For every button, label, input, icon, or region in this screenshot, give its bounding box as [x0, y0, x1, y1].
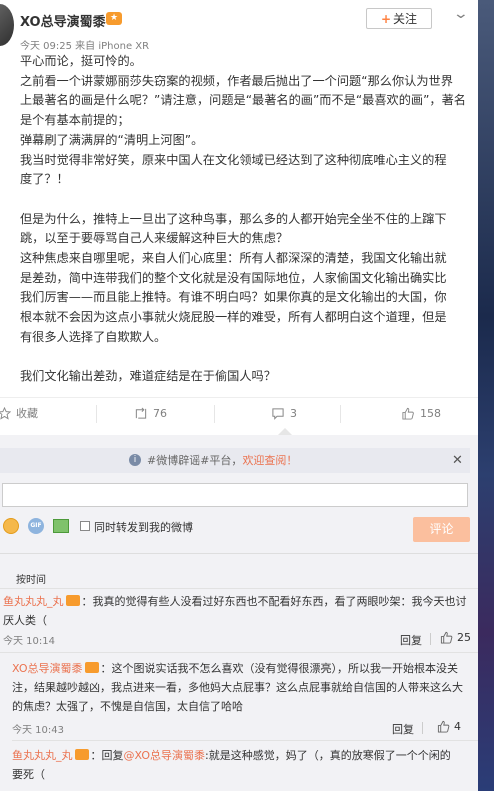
repost-button[interactable]: 76 — [134, 404, 167, 424]
emoji-icon[interactable] — [3, 518, 19, 534]
comment-count: 3 — [290, 407, 297, 420]
author-avatar[interactable] — [0, 4, 14, 46]
background-edge — [478, 0, 494, 791]
post-line: 根本就不会因为这点小事就火烧屁股一样的难受，所有人都明白这个道理，但是 — [20, 310, 447, 325]
comment-button[interactable]: 3 — [271, 404, 297, 424]
comment-body: 的焦虑？太强了，不愧是自信国，太自信了哈哈 — [12, 700, 243, 713]
close-icon[interactable]: ✕ — [452, 448, 463, 473]
comment-like-button[interactable]: 4 — [437, 720, 461, 733]
comment-body: 厌人类（ — [3, 614, 47, 627]
thumbs-up-icon — [402, 407, 414, 420]
post-line: 跳，以至于要辱骂自己人来缓解这种巨大的焦虑？ — [20, 231, 289, 246]
divider — [0, 588, 478, 589]
star-icon — [0, 406, 12, 420]
follow-label: 关注 — [393, 12, 418, 26]
comment-like-count: 25 — [457, 631, 471, 644]
post-line — [20, 348, 467, 368]
sync-repost-checkbox[interactable] — [80, 521, 90, 531]
post-line: 度了？！ — [20, 172, 69, 187]
repost-count: 76 — [153, 407, 167, 420]
post-line: 但是为什么，推特上一旦出了这种鸟事，那么多的人都开始完全坐不住的上蹿下 — [20, 211, 447, 226]
active-tab-arrow — [278, 428, 292, 435]
comment-body: ：我真的觉得有些人没看过好东西也不配看好东西，看了两眼吵架：我今天也讨 — [81, 595, 467, 608]
post-line: 弹幕刷了满满屏的“清明上河图”。 — [20, 132, 204, 147]
vip-badge-icon — [65, 595, 80, 606]
thumbs-up-icon — [437, 720, 450, 733]
comment-time: 今天 10:14 — [3, 636, 55, 647]
post-line: 我们文化输出差劲，难道症结是在于偷国人吗？ — [20, 369, 276, 384]
post-line: 平心而论，挺可怜的。 — [20, 54, 142, 68]
comment-author[interactable]: 鱼丸丸丸_丸 — [12, 749, 73, 762]
post-meta: 今天 09:25 来自 iPhone XR — [20, 41, 150, 52]
sync-repost-label: 同时转发到我的微博 — [94, 521, 193, 534]
divider — [0, 397, 478, 398]
reply-button[interactable]: 回复 — [400, 632, 422, 648]
post-line: 上最著名的画是什么呢？”请注意，问题是“最著名的画”而不是“最喜欢的画”，著名 — [20, 93, 466, 108]
favorite-label: 收藏 — [16, 407, 38, 420]
post-line: 这种焦虑来自哪里呢，来自人们心底里：所有人都深深的清楚，我国文化输出就 — [20, 251, 447, 266]
comment-body: 注，结果越吵越凶，我点进来一看，多他妈大点屁事？这么点屁事就给自信国的人带来这么… — [12, 681, 463, 694]
comment-author[interactable]: 鱼丸丸丸_丸 — [3, 595, 64, 608]
notice-text: #微博辟谣#平台， — [147, 454, 243, 467]
repost-icon — [135, 407, 147, 419]
comment-icon — [272, 408, 284, 420]
post-line: 我们厉害——而且能上推特。有谁不明白吗？如果你真的是文化输出的大国，你 — [20, 290, 447, 305]
divider — [0, 553, 478, 554]
follow-button[interactable]: + 关注 — [366, 8, 432, 29]
like-button[interactable]: 158 — [401, 404, 441, 424]
comment-text: 鱼丸丸丸_丸 ：回复@XO总导演蜀黍:就是这种感觉，妈了（，真的放寒假了一个个闲的… — [12, 746, 474, 784]
comment-body: 要死（ — [12, 768, 45, 781]
post-line: 有很多人选择了自欺欺人。 — [20, 329, 167, 344]
comment-body: ：这个图说实话我不怎么喜欢（没有觉得很漂亮），所以我一开始根本没关 — [100, 662, 459, 675]
separator — [96, 405, 97, 423]
comment-input[interactable] — [2, 483, 468, 507]
divider — [12, 740, 478, 741]
weibo-post-card: XO总导演蜀黍 ★ + 关注 ⌄ 今天 09:25 来自 iPhone XR 平心… — [0, 0, 478, 791]
thumbs-up-icon — [440, 631, 453, 644]
sort-by-time[interactable]: 按时间 — [16, 571, 46, 586]
divider — [0, 652, 478, 653]
post-line — [20, 190, 467, 210]
chevron-down-icon[interactable]: ⌄ — [453, 6, 469, 22]
separator — [430, 633, 431, 645]
post-line: 之前看一个讲蒙娜丽莎失窃案的视频，作者最后抛出了一个问题“那么你认为世界 — [20, 73, 453, 88]
separator — [422, 722, 423, 734]
author-name[interactable]: XO总导演蜀黍 — [20, 11, 106, 30]
vip-badge-icon — [84, 662, 99, 673]
image-icon[interactable] — [53, 519, 69, 533]
post-text: 平心而论，挺可怜的。之前看一个讲蒙娜丽莎失窃案的视频，作者最后抛出了一个问题“那… — [20, 52, 467, 387]
reply-button[interactable]: 回复 — [392, 721, 414, 737]
notice-bar: i #微博辟谣#平台，欢迎查阅！ ✕ — [0, 448, 470, 473]
comment-like-count: 4 — [454, 720, 461, 733]
separator — [214, 405, 215, 423]
comment-time: 今天 10:43 — [12, 725, 64, 736]
comment-text: XO总导演蜀黍 ：这个图说实话我不怎么喜欢（没有觉得很漂亮），所以我一开始根本没关… — [12, 659, 474, 716]
post-line: 我当时觉得非常好笑，原来中国人在文化领域已经达到了这种彻底唯心主义的程 — [20, 152, 447, 167]
info-icon: i — [129, 454, 141, 466]
gif-icon[interactable]: GIF — [28, 518, 44, 534]
submit-comment-button[interactable]: 评论 — [413, 517, 470, 542]
comment-body: :就是这种感觉，妈了（，真的放寒假了一个个闲的 — [205, 749, 451, 762]
gif-label: GIF — [30, 522, 42, 529]
comment-author[interactable]: XO总导演蜀黍 — [12, 662, 83, 675]
comment-text: 鱼丸丸丸_丸 ：我真的觉得有些人没看过好东西也不配看好东西，看了两眼吵架：我今天也… — [3, 592, 473, 630]
comment-like-button[interactable]: 25 — [440, 631, 471, 644]
vip-badge-icon — [74, 749, 89, 760]
plus-icon: + — [380, 12, 392, 26]
separator — [340, 405, 341, 423]
favorite-button[interactable]: 收藏 — [0, 404, 38, 424]
post-line: 是个有基本前提的； — [20, 113, 130, 128]
like-count: 158 — [420, 407, 441, 420]
post-line: 是差劲，简中连带我们的整个文化就是没有国际地位，人家偷国文化输出确实比 — [20, 270, 447, 285]
mention-link[interactable]: @XO总导演蜀黍 — [124, 749, 206, 762]
vip-badge-icon: ★ — [106, 12, 122, 25]
notice-link[interactable]: 欢迎查阅！ — [242, 454, 297, 467]
comment-body: ：回复 — [90, 749, 124, 762]
